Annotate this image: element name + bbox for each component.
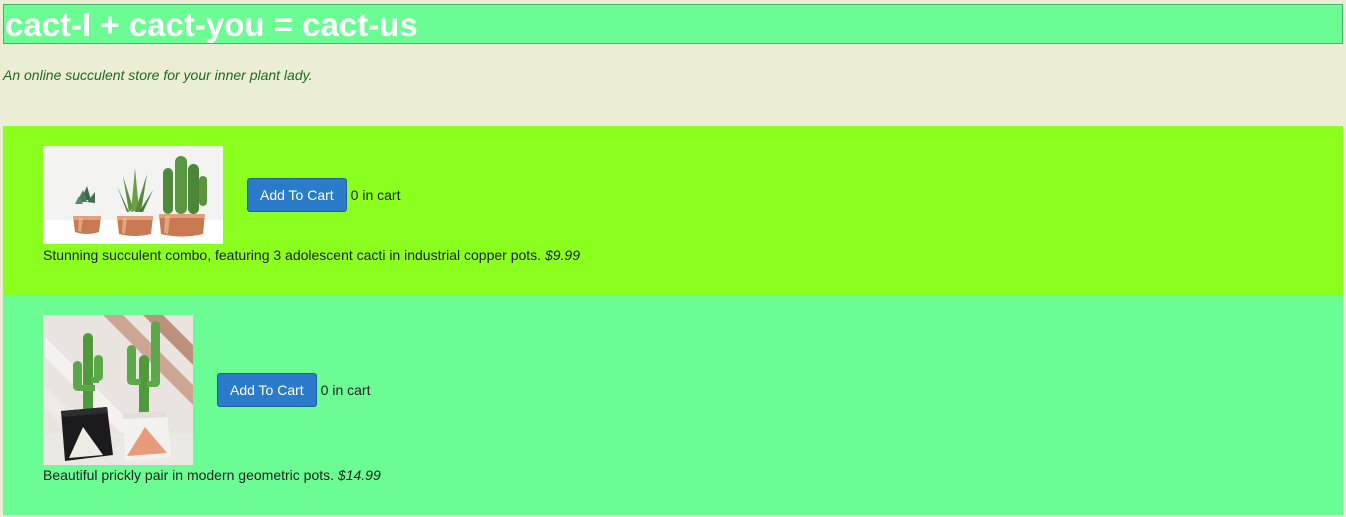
add-to-cart-button[interactable]: Add To Cart xyxy=(247,178,347,212)
add-to-cart-button[interactable]: Add To Cart xyxy=(217,373,317,407)
product-card-geometric-cacti: Add To Cart 0 in cart Beautiful prickly … xyxy=(3,295,1343,515)
site-header: cact-I + cact-you = cact-us xyxy=(3,4,1343,44)
site-tagline: An online succulent store for your inner… xyxy=(3,67,313,83)
product-description-text: Stunning succulent combo, featuring 3 ad… xyxy=(43,247,542,263)
product-description-text: Beautiful prickly pair in modern geometr… xyxy=(43,467,335,483)
product-row: Add To Cart 0 in cart xyxy=(43,315,370,465)
product-card-copper-cacti: Add To Cart 0 in cart Stunning succulent… xyxy=(3,126,1343,295)
site-title: cact-I + cact-you = cact-us xyxy=(5,6,418,43)
cart-count: 0 in cart xyxy=(320,382,371,398)
product-row: Add To Cart 0 in cart xyxy=(43,146,400,244)
product-description: Beautiful prickly pair in modern geometr… xyxy=(43,467,381,483)
product-image-geometric-cacti[interactable] xyxy=(43,315,193,465)
product-description: Stunning succulent combo, featuring 3 ad… xyxy=(43,247,580,263)
cart-count: 0 in cart xyxy=(350,187,401,203)
product-price: $14.99 xyxy=(337,467,381,483)
product-price: $9.99 xyxy=(544,247,581,263)
product-image-copper-cacti[interactable] xyxy=(43,146,223,244)
